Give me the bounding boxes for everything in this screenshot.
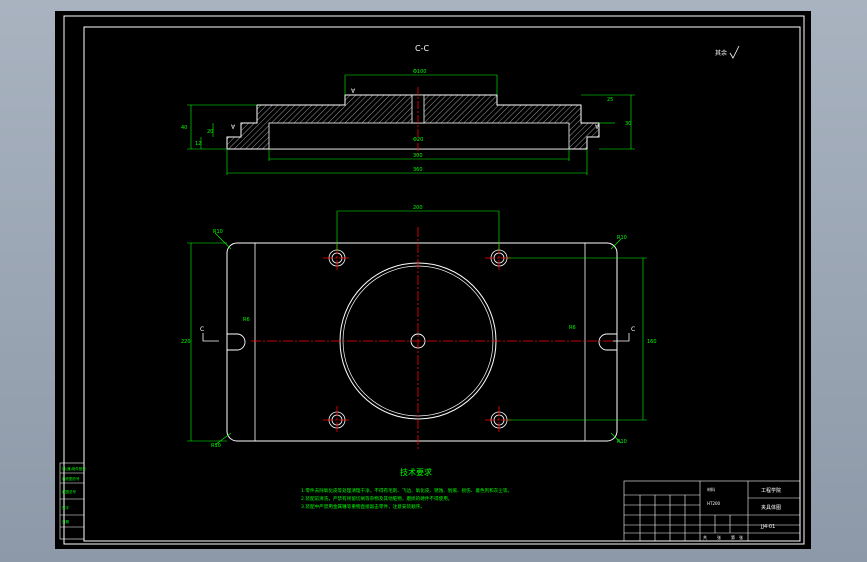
title-school: 工程学院 <box>761 487 781 494</box>
section-view: ∀ ∀ ∀ Φ100 40 12 20 30 25 Φ20 300 360 <box>181 69 635 175</box>
roughness-note: 其余 <box>715 49 727 57</box>
plan-dimensions <box>187 210 647 446</box>
side-stamp-2: 旧底图总号 <box>62 476 80 481</box>
side-stamp-5: 日期 <box>62 519 69 524</box>
dim-plan-height: 160 <box>647 339 657 345</box>
dim-top-width: Φ100 <box>413 69 426 75</box>
dim-corner-r-bl: R10 <box>211 443 221 449</box>
tech-title: 技术要求 <box>400 467 432 477</box>
roughness-icon <box>729 45 740 59</box>
dim-right-h: 30 <box>625 121 631 127</box>
dim-bottom-2: 360 <box>413 167 423 173</box>
view-label: C-C <box>415 44 429 53</box>
dim-h1: 40 <box>181 125 187 131</box>
title-drawing-no: JJ4-01 <box>760 524 775 530</box>
title-material-label: 材料 <box>707 486 715 492</box>
title-scale-1: 共 <box>703 534 707 540</box>
dim-corner-r-br: R10 <box>617 439 627 445</box>
plan-view: 200 160 220 R10 R10 R10 R10 R6 R6 C C <box>181 205 657 451</box>
title-scale-4: 张 <box>739 534 743 540</box>
section-roughness-1: ∀ <box>351 88 356 95</box>
side-stamp-1: 借(通)用件登记 <box>62 466 86 471</box>
dim-h2: 12 <box>195 141 201 147</box>
plan-outline <box>226 242 618 442</box>
section-cavity <box>268 122 570 150</box>
cad-viewport[interactable]: C-C 其余 ∀ ∀ ∀ Φ100 40 12 20 30 25 Φ20 300… <box>55 11 811 549</box>
dim-corner-r-tr: R10 <box>617 235 627 241</box>
title-scale-2: 张 <box>717 534 721 540</box>
slot-left <box>227 333 246 351</box>
dim-h3: 20 <box>207 129 213 135</box>
dim-corner-r-tl: R10 <box>213 229 223 235</box>
engineering-drawing: C-C 其余 ∀ ∀ ∀ Φ100 40 12 20 30 25 Φ20 300… <box>59 15 805 545</box>
dim-slot-left: R6 <box>243 317 250 323</box>
section-roughness-2: ∀ <box>231 124 236 131</box>
dim-bottom-1: 300 <box>413 153 423 159</box>
technical-requirements: 技术要求 1.零件去除氧化皮等处理清理干净，不得有毛刺、飞边、氧化皮、锈蚀、划痕… <box>301 467 512 510</box>
title-part-name: 夹具体图 <box>761 504 781 511</box>
dim-bore: Φ20 <box>413 137 423 143</box>
section-mark-right: C <box>631 326 635 333</box>
dim-slot-right: R6 <box>569 325 576 331</box>
slot-right <box>598 333 617 351</box>
dim-plan-width: 200 <box>413 205 423 211</box>
dim-plan-height-total: 220 <box>181 339 191 345</box>
side-stamp-4: 签字 <box>62 505 69 510</box>
title-scale-3: 第 <box>731 534 735 540</box>
tech-line-1: 1.零件去除氧化皮等处理清理干净，不得有毛刺、飞边、氧化皮、锈蚀、划痕、损伤、着… <box>301 487 512 494</box>
dim-right-h2: 25 <box>607 97 613 103</box>
side-stamp-3: 底图总号 <box>62 489 76 494</box>
title-material: HT200 <box>707 501 721 506</box>
tech-line-2: 2.装配前清洗，严禁有残留切屑等杂物及其他脏物，磨损的硬件不得使用。 <box>301 495 452 502</box>
section-mark-left: C <box>200 326 204 333</box>
tech-line-3: 3.装配中严禁用金属锤等重物直接敲击零件，注意安装顺序。 <box>301 503 425 510</box>
